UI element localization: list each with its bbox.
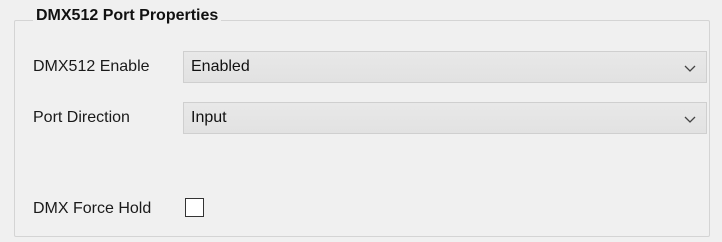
dmx512-enable-label: DMX512 Enable (33, 58, 150, 75)
port-direction-value: Input (191, 109, 227, 126)
chevron-down-icon (684, 116, 696, 123)
dmx512-enable-value: Enabled (191, 58, 250, 75)
port-properties-panel: DMX512 Port Properties DMX512 Enable Ena… (0, 0, 722, 242)
dmx-force-hold-label: DMX Force Hold (33, 200, 152, 217)
dmx-force-hold-checkbox[interactable] (185, 198, 204, 217)
port-direction-label: Port Direction (33, 109, 130, 126)
port-direction-dropdown[interactable]: Input (183, 102, 707, 134)
chevron-down-icon (684, 65, 696, 72)
dmx512-enable-dropdown[interactable]: Enabled (183, 51, 707, 83)
group-title: DMX512 Port Properties (33, 6, 222, 26)
